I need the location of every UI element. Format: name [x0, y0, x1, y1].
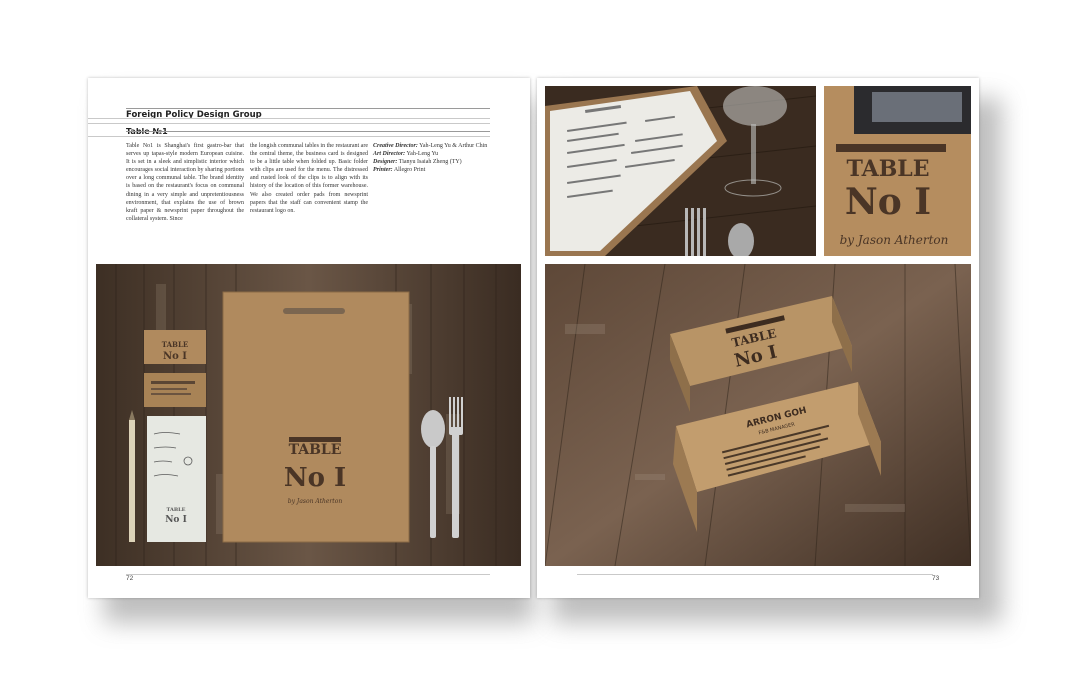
credit-line: Creative Director: Yah-Leng Yu & Arthur … — [373, 143, 488, 149]
fork — [452, 432, 459, 538]
spoon — [421, 410, 445, 448]
footer-rule-right — [577, 574, 933, 575]
svg-text:TABLE: TABLE — [162, 340, 188, 349]
menu-logo-signature: by Jason Atherton — [288, 498, 343, 505]
credit-line: Printer: Allegro Print — [373, 167, 426, 174]
wine-glass — [723, 86, 787, 126]
footer-rule — [126, 574, 490, 575]
menu-logo-number: No I — [284, 463, 346, 493]
body-text-col2: the longish communal tables in the resta… — [250, 143, 368, 214]
svg-text:by Jason Atherton: by Jason Atherton — [840, 233, 949, 247]
title-rule-dark — [126, 131, 490, 132]
menu-photo — [545, 86, 816, 256]
credits: Creative Director: Yah-Leng Yu & Arthur … — [373, 142, 493, 174]
svg-text:No I: No I — [163, 351, 187, 362]
left-page: Foreign Policy Design Group Table №1 Tab… — [88, 78, 530, 598]
header-rule — [126, 108, 490, 109]
page-number-right: 73 — [932, 575, 940, 582]
page-number-left: 72 — [126, 575, 134, 582]
title-rule-top — [88, 123, 490, 124]
svg-text:TABLE: TABLE — [167, 507, 186, 513]
svg-text:No I: No I — [165, 515, 187, 525]
right-page: TABLE No I by Jason Atherton TABLE No I … — [537, 78, 979, 598]
body-text-col1: Table No1 is Shanghai's first gastro-bar… — [126, 143, 244, 222]
pencil — [129, 420, 135, 542]
menu-logo-word: TABLE — [289, 442, 342, 458]
title-rule-mid — [88, 118, 490, 119]
credit-line: Designer: Tianyu Isaiah Zheng (TY) — [373, 159, 462, 166]
business-card-photo: TABLE No I ARRON GOH F&B MANAGER — [545, 264, 971, 566]
svg-text:TABLE: TABLE — [846, 156, 929, 182]
svg-text:No I: No I — [845, 181, 931, 223]
logo-closeup-photo: TABLE No I by Jason Atherton — [824, 86, 971, 256]
credit-line: Art Director: Yah-Leng Yu — [373, 151, 439, 158]
title-rule-bottom — [88, 136, 490, 137]
stationery-photo: TABLE No I by Jason Atherton TABLE No I … — [96, 264, 521, 566]
